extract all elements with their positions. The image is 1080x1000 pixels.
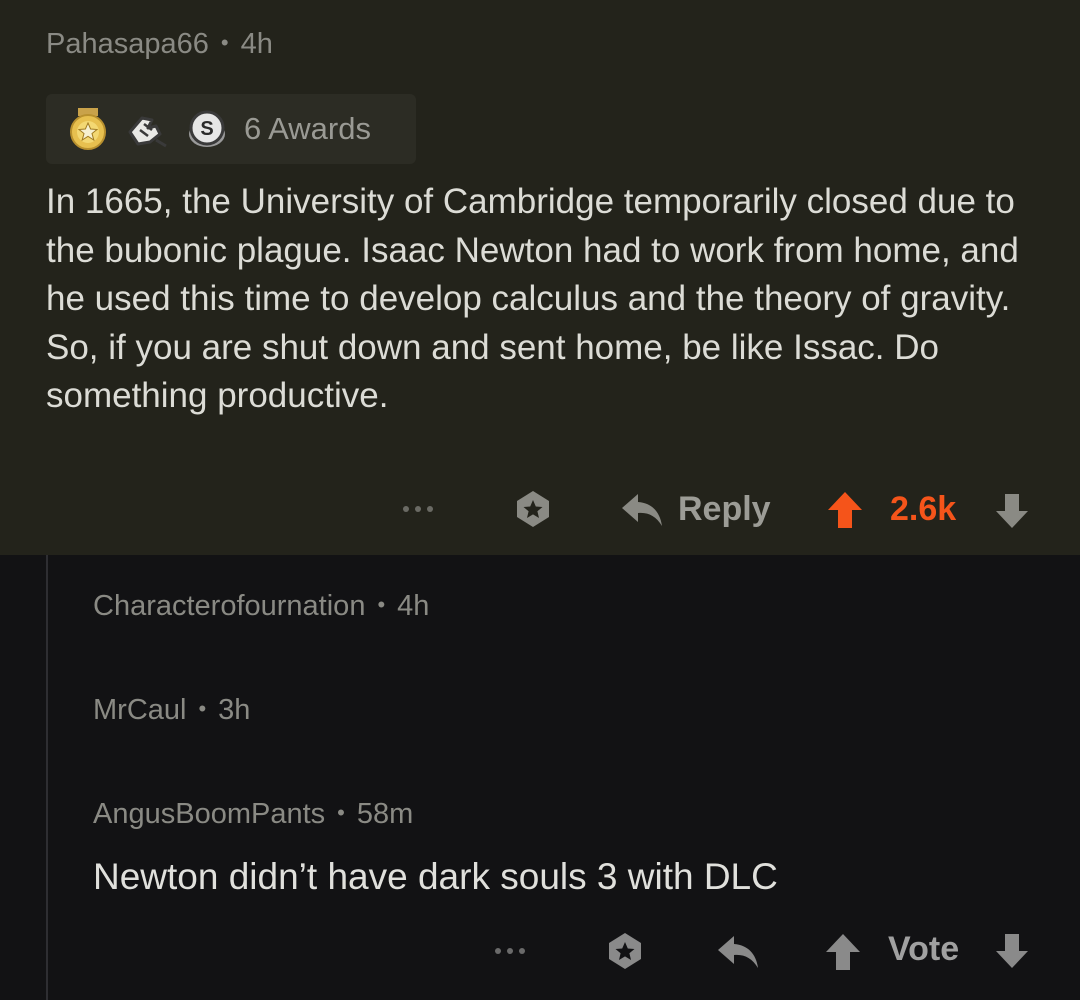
more-options-icon[interactable] [398, 498, 438, 520]
separator-dot: • [220, 30, 229, 55]
collapsed-reply[interactable]: MrCaul • 3h [93, 694, 250, 727]
fist-bump-icon [128, 116, 167, 148]
downvote-icon[interactable] [994, 932, 1030, 970]
separator-dot: • [377, 592, 386, 617]
reply-arrow-icon[interactable] [620, 492, 666, 528]
username[interactable]: Characterofournation [93, 590, 365, 622]
comment-age: 4h [397, 590, 430, 622]
awards-count-label: 6 Awards [244, 111, 371, 146]
username[interactable]: AngusBoomPants [93, 798, 325, 830]
award-give-icon[interactable] [512, 488, 554, 530]
reply-body: Newton didn’t have dark souls 3 with DLC [93, 856, 778, 897]
username[interactable]: Pahasapa66 [46, 28, 209, 60]
reply-arrow-icon[interactable] [716, 934, 762, 970]
reply-button[interactable]: Reply [678, 490, 771, 529]
upvote-icon[interactable] [826, 490, 864, 530]
separator-dot: • [337, 800, 345, 825]
vote-label: Vote [888, 930, 960, 968]
comment-meta: Pahasapa66 • 4h [46, 28, 273, 61]
medal-star-icon [70, 108, 106, 150]
comment-age: 58m [356, 798, 414, 830]
comment-age: 3h [218, 694, 251, 726]
award-give-icon[interactable] [604, 930, 646, 972]
username[interactable]: MrCaul [93, 694, 186, 726]
downvote-icon[interactable] [994, 492, 1030, 530]
silver-coin-icon: S [189, 110, 225, 147]
score-label: 2.6k [890, 490, 957, 528]
thread-line[interactable] [46, 555, 48, 1000]
comment-age: 4h [240, 28, 273, 60]
upvote-icon[interactable] [824, 932, 862, 972]
svg-text:S: S [200, 118, 213, 140]
reply-meta: AngusBoomPants • 58m [93, 798, 413, 831]
more-options-icon[interactable] [490, 940, 530, 962]
awards-bar[interactable]: S 6 Awards [46, 94, 416, 164]
collapsed-reply[interactable]: Characterofournation • 4h [93, 590, 429, 623]
comment-body: In 1665, the University of Cambridge tem… [46, 182, 1019, 415]
top-comment: Pahasapa66 • 4h S 6 Awards In 1665, the Un… [0, 0, 1080, 555]
separator-dot: • [198, 696, 207, 721]
